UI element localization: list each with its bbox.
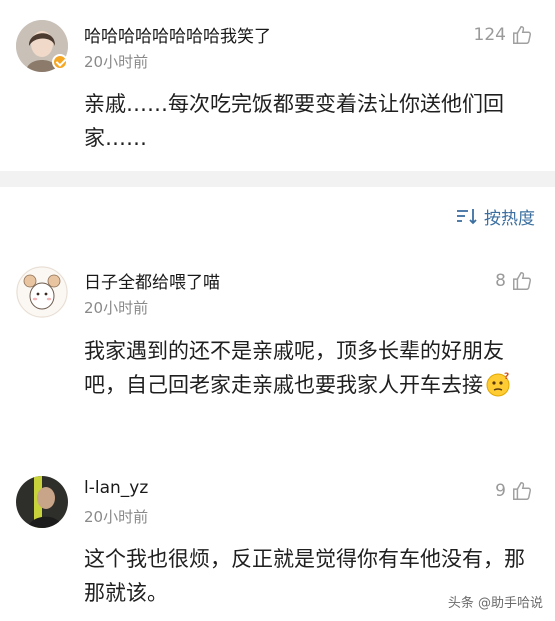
timestamp: 20小时前 [84, 299, 149, 317]
username[interactable]: 日子全都给喂了喵 [84, 268, 220, 293]
comment-text: 我家遇到的还不是亲戚呢，顶多长辈的好朋友吧，自己回老家走亲戚也要我家人开车去接 … [84, 334, 534, 402]
thumbs-up-icon [513, 26, 532, 44]
avatar[interactable] [16, 266, 68, 318]
timestamp: 20小时前 [84, 508, 149, 526]
watermark-text: 头条 @助手哈说 [447, 596, 543, 611]
man-avatar-icon [16, 476, 68, 528]
like-count: 8 [495, 271, 506, 291]
username[interactable]: l-lan_yz [84, 478, 148, 498]
timestamp: 20小时前 [84, 53, 149, 71]
watermark: 头条 @助手哈说 [448, 592, 543, 611]
thinking-face-emoji: ? [486, 372, 510, 397]
avatar[interactable] [16, 476, 68, 528]
comment-text: 亲戚……每次吃完饭都要变着法让你送他们回家…… [84, 92, 504, 150]
like-button[interactable]: 8 [495, 268, 533, 294]
like-count: 124 [473, 25, 506, 45]
section-divider [0, 171, 555, 187]
sort-icon [457, 209, 477, 225]
sort-button[interactable]: 按热度 [456, 202, 535, 230]
verified-badge-icon [52, 54, 68, 70]
like-button[interactable]: 9 [495, 478, 533, 504]
comment-text-body: 我家遇到的还不是亲戚呢，顶多长辈的好朋友吧，自己回老家走亲戚也要我家人开车去接 [84, 339, 504, 397]
like-count: 9 [495, 481, 506, 501]
svg-text:?: ? [504, 372, 509, 382]
thumbs-up-icon [513, 272, 532, 290]
like-button[interactable]: 124 [474, 22, 533, 48]
comment-1: 哈哈哈哈哈哈哈哈我笑了 20小时前 124 亲戚……每次吃完饭都要变着法让你送他… [0, 0, 555, 171]
thumbs-up-icon [513, 482, 532, 500]
sort-label: 按热度 [484, 208, 535, 229]
illustrated-girl-avatar-icon [16, 266, 68, 318]
username[interactable]: 哈哈哈哈哈哈哈哈我笑了 [84, 22, 271, 47]
